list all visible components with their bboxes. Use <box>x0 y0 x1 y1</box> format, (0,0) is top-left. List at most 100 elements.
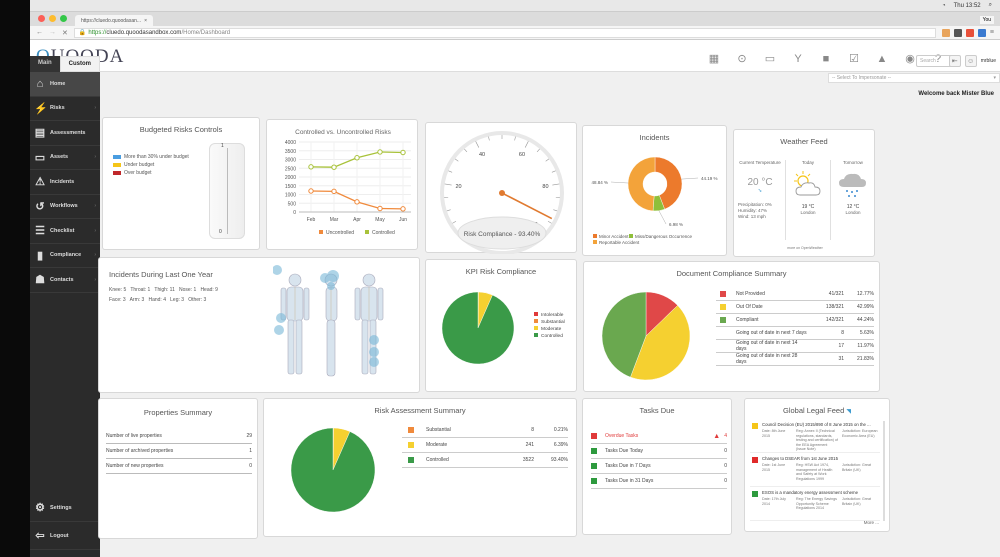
legend-label[interactable]: Moderate <box>541 326 562 332</box>
pie-slice-reportable-accident[interactable] <box>627 156 656 212</box>
tab-custom[interactable]: Custom <box>59 56 101 72</box>
toolbar: ▦ ⊙ ▭ Y ■ ☑ ▲ ◉ ? <box>708 53 944 65</box>
status-swatch <box>591 448 597 454</box>
data-point[interactable] <box>308 188 314 194</box>
tab-close-icon[interactable]: × <box>144 18 147 24</box>
wifi-icon[interactable]: ◔ <box>942 3 946 9</box>
task-row[interactable]: Overdue Tasks ▲ 4 <box>591 429 727 444</box>
pie-slice-controlled[interactable] <box>290 427 376 513</box>
legend-label[interactable]: Substantial <box>541 319 565 325</box>
sidebar-item-assessments[interactable]: ▤ Assessments <box>30 121 100 146</box>
sidebar-item-contacts[interactable]: ☗ Contacts › <box>30 268 100 293</box>
sidebar-item-compliance[interactable]: ▮ Compliance › <box>30 244 100 268</box>
rss-icon[interactable]: ◥ <box>846 409 851 415</box>
data-point[interactable] <box>308 164 314 170</box>
widget-title: Budgeted Risks Controls <box>139 125 223 134</box>
legend-label[interactable]: Intolerable <box>541 312 564 318</box>
folder-icon[interactable]: ■ <box>820 53 832 65</box>
table-row: Controlled 3522 93.40% <box>402 453 568 468</box>
data-point[interactable] <box>377 205 383 212</box>
sidebar-item-risks[interactable]: ⚡ Risks › <box>30 97 100 121</box>
forward-icon[interactable]: → <box>49 29 56 36</box>
legal-item-jurisdiction: Jurisdiction: Great Britain (UK) <box>842 463 871 472</box>
table-row: Compliant 142/321 44.24% <box>716 314 874 327</box>
browser-tab[interactable]: https://cluedo.quoodasan... × <box>75 15 153 26</box>
bell-icon[interactable]: ▲ <box>876 53 888 65</box>
legend-label[interactable]: Uncontrolled <box>326 230 354 236</box>
legend-label: Over budget <box>124 170 152 176</box>
data-point[interactable] <box>331 188 337 195</box>
url-input[interactable]: 🔒 https://cluedo.quoodasandbox.com/Home/… <box>73 27 936 38</box>
data-point[interactable] <box>331 164 337 170</box>
app-header: QUOODA ▦ ⊙ ▭ Y ■ ☑ ▲ ◉ ? Search ⌕ ⇤ ☺ mr… <box>30 40 1000 72</box>
clock: Thu 13:52 <box>953 2 981 9</box>
close-window-icon[interactable] <box>38 15 45 22</box>
calendar-icon[interactable]: ▦ <box>708 53 720 65</box>
checklist-icon[interactable]: ☑ <box>848 53 860 65</box>
impersonate-select[interactable]: -- Select To Impersonate -- ▾ <box>828 73 1000 83</box>
legend-label[interactable]: Controlled <box>372 230 395 236</box>
sidebar-item-settings[interactable]: ⚙ Settings <box>30 494 100 522</box>
chart-title: Controlled vs. Uncontrolled Risks <box>295 129 391 136</box>
sidebar-item-logout[interactable]: ⇦ Logout <box>30 522 100 550</box>
minimize-window-icon[interactable] <box>49 15 56 22</box>
task-row[interactable]: Tasks Due in 31 Days 0 <box>591 474 727 489</box>
download-icon[interactable]: ⊙ <box>736 53 748 65</box>
legal-feed-item[interactable]: Changes to DSEAR from 1st June 2015 Date:… <box>750 453 880 487</box>
legal-item-title[interactable]: Council Decision (EU) 2015/890 of 8 June… <box>762 422 880 427</box>
extension-icon[interactable] <box>965 28 974 37</box>
profile-button[interactable]: You <box>979 16 994 24</box>
row-label: Compliant <box>736 317 759 323</box>
pie-slice-controlled[interactable] <box>441 291 515 365</box>
legend-label[interactable]: Minor Accident <box>599 234 629 239</box>
legend-label[interactable]: Controlled <box>541 333 563 339</box>
maximize-window-icon[interactable] <box>60 15 67 22</box>
back-icon[interactable]: ← <box>36 29 43 36</box>
extension-icon[interactable] <box>953 28 962 37</box>
eye-icon[interactable]: ◉ <box>904 53 916 65</box>
row-label: Going out of date in next 28 days <box>736 353 798 365</box>
feed-scrollbar[interactable] <box>883 421 885 521</box>
legal-item-title[interactable]: ESOS is a mandatory energy assessment sc… <box>762 490 880 495</box>
legend-label[interactable]: Reportable Accident <box>599 240 640 245</box>
task-label: Overdue Tasks <box>605 433 639 439</box>
y-tick-label: 2500 <box>285 166 296 172</box>
user-icon[interactable]: ☺ <box>964 55 977 67</box>
legal-feed-item[interactable]: Council Decision (EU) 2015/890 of 8 June… <box>750 419 880 453</box>
row-percent: 21.83% <box>857 356 874 362</box>
data-point[interactable] <box>400 149 406 156</box>
legal-item-title[interactable]: Changes to DSEAR from 1st June 2015 <box>762 456 880 461</box>
y-tick-label: 3500 <box>285 149 296 155</box>
data-point[interactable] <box>354 155 360 161</box>
menu-icon[interactable]: ≡ <box>990 29 994 37</box>
gear-icon: ⚙ <box>35 502 45 514</box>
line-chart: Controlled vs. Uncontrolled Risks 0 500 100… <box>285 129 411 236</box>
sidebar-item-home[interactable]: ⌂ Home <box>30 72 100 97</box>
extension-icon[interactable] <box>941 28 950 37</box>
stop-icon[interactable]: ✕ <box>62 29 68 37</box>
task-row[interactable]: Tasks Due Today 0 <box>591 444 727 459</box>
data-point[interactable] <box>377 149 383 155</box>
legend-label[interactable]: Miss/Dangerous Occurrence <box>635 234 693 239</box>
more-link[interactable]: More ... <box>864 520 879 525</box>
inbox-icon[interactable]: ▭ <box>764 53 776 65</box>
filter-icon[interactable]: Y <box>792 53 804 65</box>
sidebar-item-checklist[interactable]: ☰ Checklist › <box>30 219 100 244</box>
task-row[interactable]: Tasks Due in 7 Days 0 <box>591 459 727 474</box>
data-point[interactable] <box>400 206 406 212</box>
weather-tomorrow: Tomorrow 12 °C London <box>831 160 875 215</box>
data-point[interactable] <box>354 199 360 205</box>
status-swatch <box>720 304 726 310</box>
collapse-button[interactable]: ⇤ <box>948 55 961 67</box>
username[interactable]: mrblue <box>981 58 996 64</box>
tab-main[interactable]: Main <box>30 56 60 72</box>
legal-feed-item[interactable]: ESOS is a mandatory energy assessment sc… <box>750 487 880 521</box>
sidebar-item-assets[interactable]: ▭ Assets › <box>30 146 100 170</box>
row-percent: 12.77% <box>857 291 874 297</box>
sidebar-item-incidents[interactable]: ⚠ Incidents <box>30 170 100 195</box>
weather-credit-link[interactable]: more on OpenWeather <box>734 246 876 250</box>
spotlight-icon[interactable]: ⌕ <box>989 2 992 9</box>
legend-swatch <box>113 163 121 167</box>
extension-icon[interactable] <box>977 28 986 37</box>
sidebar-item-workflows[interactable]: ↺ Workflows › <box>30 195 100 219</box>
